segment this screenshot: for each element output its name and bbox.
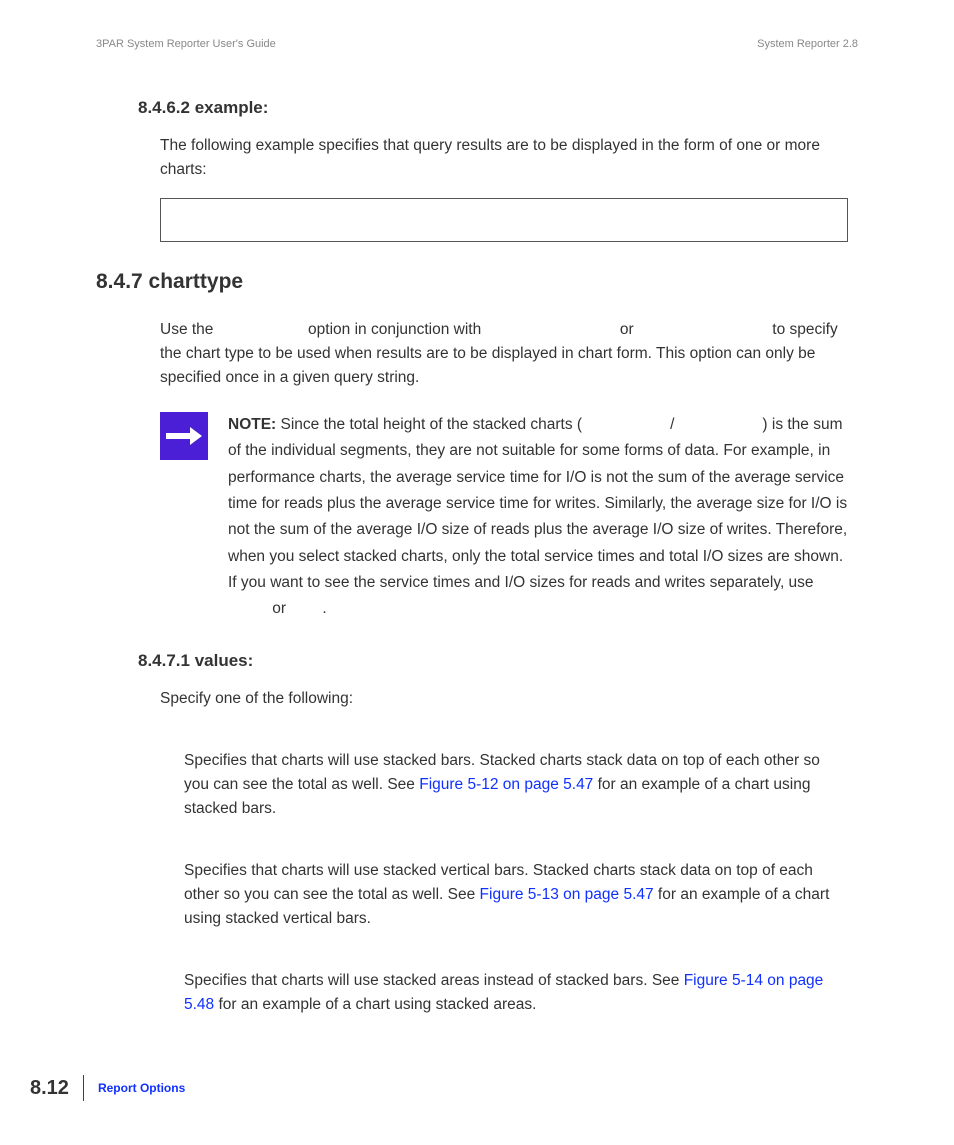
page-number: 8.12 (30, 1077, 83, 1100)
code-example-box (160, 198, 848, 242)
page-footer: 8.12 Report Options (30, 1075, 185, 1101)
text-fragment: Since the total height of the stacked ch… (276, 416, 582, 433)
text-fragment: . (322, 600, 326, 617)
heading-8-4-7: 8.4.7 charttype (96, 270, 858, 294)
footer-section-label: Report Options (84, 1081, 185, 1095)
value-item-stacked-areas: Specifies that charts will use stacked a… (184, 969, 848, 1017)
heading-8-4-7-1: 8.4.7.1 values: (138, 651, 858, 671)
text-fragment: for an example of a chart using stacked … (214, 996, 536, 1013)
text-fragment: to specify the chart type to be used whe… (160, 321, 838, 386)
note-text: NOTE: Since the total height of the stac… (228, 412, 848, 623)
heading-8-4-6-2: 8.4.6.2 example: (138, 98, 858, 118)
text-fragment: / (670, 416, 674, 433)
text-fragment: or (616, 321, 638, 338)
note-block: NOTE: Since the total height of the stac… (160, 412, 848, 623)
header-left: 3PAR System Reporter User's Guide (96, 38, 276, 50)
value-desc: Specifies that charts will use stacked v… (184, 859, 848, 931)
text-fragment: or (268, 600, 290, 617)
header-right: System Reporter 2.8 (757, 38, 858, 50)
para-8-4-7-1-intro: Specify one of the following: (160, 687, 848, 711)
value-item-stacked-bars: Specifies that charts will use stacked b… (184, 749, 848, 821)
note-label: NOTE: (228, 416, 276, 433)
value-desc: Specifies that charts will use stacked b… (184, 749, 848, 821)
para-8-4-7: Use the ​​ option in conjunction with ​​… (160, 318, 848, 390)
page-header: 3PAR System Reporter User's Guide System… (96, 38, 858, 50)
text-fragment: option in conjunction with (304, 321, 486, 338)
text-fragment: Specifies that charts will use stacked a… (184, 972, 684, 989)
para-8-4-6-2: The following example specifies that que… (160, 134, 848, 182)
text-fragment: Use the (160, 321, 218, 338)
note-arrow-icon (160, 412, 208, 460)
link-figure-5-12[interactable]: Figure 5-12 on page 5.47 (419, 776, 593, 793)
text-fragment: ) is the sum of the individual segments,… (228, 416, 847, 591)
link-figure-5-13[interactable]: Figure 5-13 on page 5.47 (480, 886, 654, 903)
value-desc: Specifies that charts will use stacked a… (184, 969, 848, 1017)
value-item-stacked-vertical-bars: Specifies that charts will use stacked v… (184, 859, 848, 931)
